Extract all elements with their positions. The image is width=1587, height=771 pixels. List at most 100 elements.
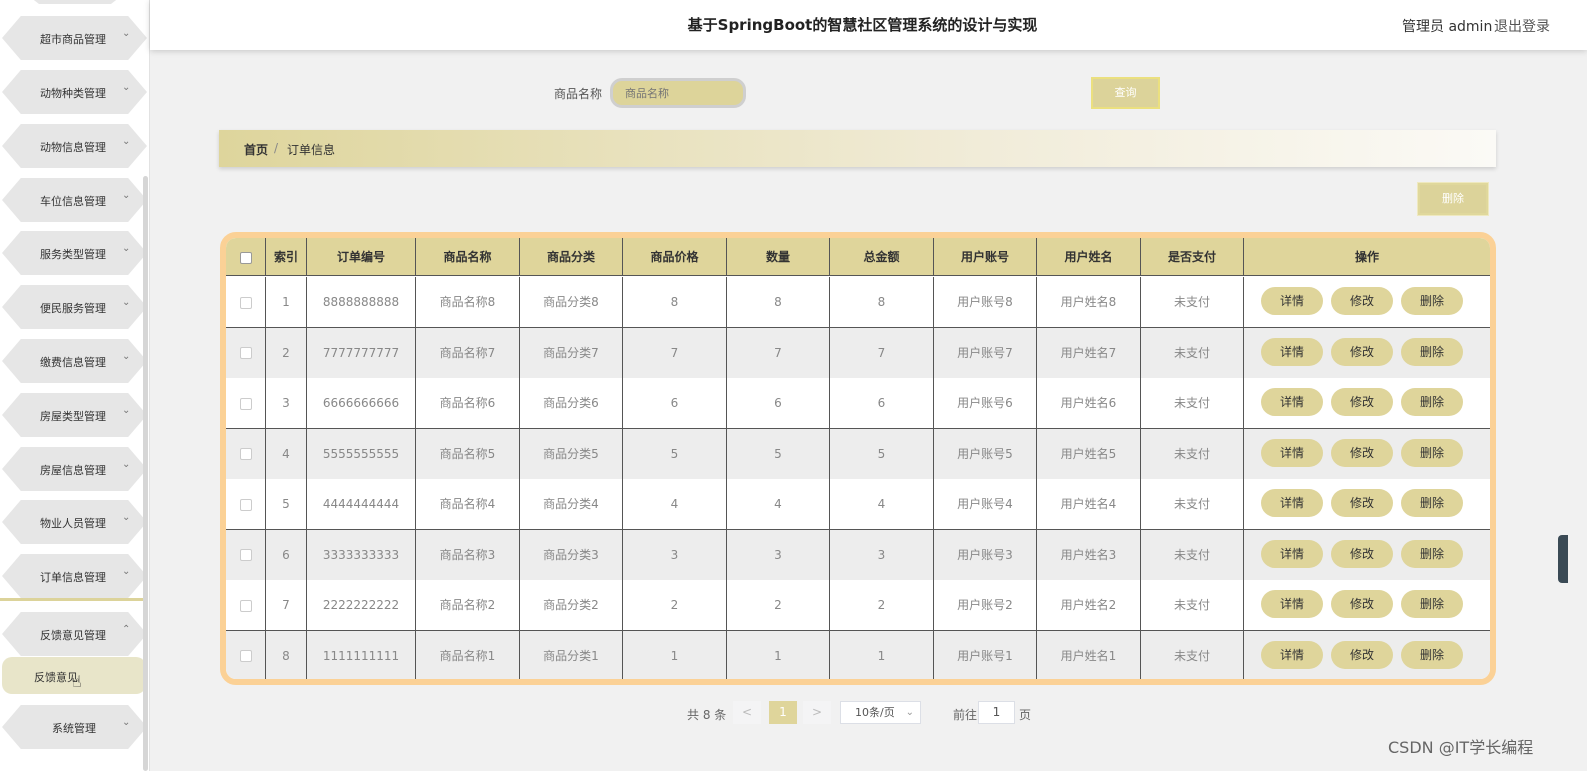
row-checkbox[interactable] bbox=[239, 296, 252, 309]
column-header-actions: 操作 bbox=[1354, 250, 1379, 264]
cell-product-price: 3 bbox=[623, 529, 727, 580]
row-checkbox[interactable] bbox=[239, 347, 252, 359]
row-select-cell[interactable] bbox=[226, 630, 266, 679]
row-select-cell[interactable] bbox=[226, 277, 266, 327]
delete-button[interactable]: 删除 bbox=[1401, 489, 1463, 517]
chevron-icon: ⌄ bbox=[122, 717, 131, 728]
delete-button[interactable]: 删除 bbox=[1401, 640, 1463, 669]
cell-product-category: 商品分类3 bbox=[520, 529, 623, 580]
edit-button[interactable]: 修改 bbox=[1331, 388, 1393, 416]
select-all-checkbox[interactable] bbox=[239, 251, 252, 264]
product-name-search-input[interactable] bbox=[610, 78, 746, 108]
detail-button[interactable]: 详情 bbox=[1261, 287, 1323, 315]
sidebar-item[interactable]: 房屋信息管理 ⌄ bbox=[2, 447, 147, 491]
column-header-product-category: 商品分类 bbox=[520, 238, 623, 276]
chevron-icon: ⌃ bbox=[122, 624, 131, 635]
sidebar-item[interactable]: 房屋类型管理 ⌄ bbox=[2, 393, 147, 437]
batch-delete-button[interactable]: 删除 bbox=[1418, 183, 1488, 215]
column-header-product-price: 商品价格 bbox=[623, 238, 727, 276]
table-row: 6 3333333333 商品名称3 商品分类3 3 3 3 用户账号3 用户姓名3 未支付 详情修… bbox=[226, 529, 1490, 581]
table-row: 5 4444444444 商品名称4 商品分类4 4 4 4 用户账号4 用户姓名4 未支付 详情修… bbox=[226, 479, 1490, 530]
edit-button[interactable]: 修改 bbox=[1331, 590, 1393, 618]
query-button[interactable]: 查询 bbox=[1091, 77, 1160, 109]
page-size-select[interactable]: 10条/页 ⌄ bbox=[840, 701, 921, 724]
cell-is-paid: 未支付 bbox=[1141, 630, 1244, 679]
edit-button[interactable]: 修改 bbox=[1331, 640, 1393, 669]
cell-user-name: 用户姓名4 bbox=[1037, 479, 1141, 529]
sidebar-item[interactable]: 反馈意见管理 ⌃ bbox=[2, 612, 147, 656]
row-checkbox[interactable] bbox=[239, 498, 252, 511]
sidebar-item[interactable]: 动物信息管理 ⌄ bbox=[2, 124, 147, 168]
cell-index: 8 bbox=[266, 630, 307, 679]
cell-order-no: 7777777777 bbox=[307, 327, 416, 378]
sidebar-item[interactable]: 车位信息管理 ⌄ bbox=[2, 178, 147, 222]
row-select-cell[interactable] bbox=[226, 580, 266, 630]
side-panel-handle[interactable] bbox=[1558, 535, 1568, 583]
detail-button[interactable]: 详情 bbox=[1261, 590, 1323, 618]
column-header-product-name: 商品名称 bbox=[416, 238, 520, 276]
cell-user-account: 用户账号2 bbox=[934, 580, 1037, 630]
detail-button[interactable]: 详情 bbox=[1261, 539, 1323, 568]
pagination-goto-input[interactable]: 1 bbox=[978, 701, 1015, 724]
sidebar-item[interactable]: 系统管理 ⌄ bbox=[2, 705, 147, 749]
delete-button[interactable]: 删除 bbox=[1401, 539, 1463, 568]
edit-button[interactable]: 修改 bbox=[1331, 489, 1393, 517]
detail-button[interactable]: 详情 bbox=[1261, 489, 1323, 517]
detail-button[interactable]: 详情 bbox=[1261, 388, 1323, 416]
edit-button[interactable]: 修改 bbox=[1331, 438, 1393, 467]
edit-button[interactable]: 修改 bbox=[1331, 337, 1393, 366]
sidebar-item[interactable]: 物业人员管理 ⌄ bbox=[2, 500, 147, 544]
cell-quantity: 5 bbox=[727, 428, 830, 479]
cell-actions: 详情 修改 删除 bbox=[1244, 631, 1490, 680]
row-select-cell[interactable] bbox=[226, 428, 266, 479]
cell-is-paid: 未支付 bbox=[1141, 378, 1244, 428]
detail-button[interactable]: 详情 bbox=[1261, 438, 1323, 467]
sidebar-item[interactable]: 订单信息管理 ⌄ bbox=[2, 554, 147, 598]
delete-button[interactable]: 删除 bbox=[1401, 388, 1463, 416]
delete-button[interactable]: 删除 bbox=[1401, 438, 1463, 467]
cell-order-no: 6666666666 bbox=[307, 378, 416, 428]
edit-button[interactable]: 修改 bbox=[1331, 287, 1393, 315]
cell-order-no: 2222222222 bbox=[307, 580, 416, 630]
breadcrumb-home[interactable]: 首页 bbox=[244, 141, 268, 158]
row-select-cell[interactable] bbox=[226, 529, 266, 580]
cell-index: 3 bbox=[266, 378, 307, 428]
row-checkbox[interactable] bbox=[239, 599, 252, 612]
table-row: 7 2222222222 商品名称2 商品分类2 2 2 2 用户账号2 用户姓名2 未支付 详情修… bbox=[226, 580, 1490, 631]
row-checkbox[interactable] bbox=[239, 650, 252, 662]
sidebar-item[interactable]: 服务类型管理 ⌄ bbox=[2, 231, 147, 275]
sidebar-item[interactable]: 缴费信息管理 ⌄ bbox=[2, 339, 147, 383]
cell-actions: 详情 修改 删除 bbox=[1244, 479, 1490, 529]
row-select-cell[interactable] bbox=[226, 378, 266, 428]
chevron-icon: ⌄ bbox=[122, 512, 131, 523]
cell-product-price: 8 bbox=[623, 277, 727, 327]
logout-link[interactable]: 退出登录 bbox=[1494, 16, 1550, 36]
delete-button[interactable]: 删除 bbox=[1401, 287, 1463, 315]
sidebar-item[interactable]: 便民服务管理 ⌄ bbox=[2, 285, 147, 329]
row-select-cell[interactable] bbox=[226, 479, 266, 529]
pagination-next-button[interactable]: > bbox=[803, 701, 831, 724]
column-header-select-all[interactable] bbox=[226, 238, 266, 276]
cell-user-name: 用户姓名6 bbox=[1037, 378, 1141, 428]
delete-button[interactable]: 删除 bbox=[1401, 337, 1463, 366]
row-checkbox[interactable] bbox=[239, 397, 252, 410]
cell-user-account: 用户账号5 bbox=[934, 428, 1037, 479]
edit-button[interactable]: 修改 bbox=[1331, 539, 1393, 568]
pagination-prev-button[interactable]: < bbox=[733, 701, 761, 724]
cell-product-category: 商品分类4 bbox=[520, 479, 623, 529]
table-row: 8 1111111111 商品名称1 商品分类1 1 1 1 用户账号1 用户姓名1 未支付 详情修… bbox=[226, 630, 1490, 680]
row-select-cell[interactable] bbox=[226, 327, 266, 378]
cell-quantity: 2 bbox=[727, 580, 830, 630]
sidebar-item-label: 物业人员管理 bbox=[40, 517, 106, 530]
delete-button[interactable]: 删除 bbox=[1401, 590, 1463, 618]
sidebar-item-label: 动物种类管理 bbox=[40, 87, 106, 100]
pagination-page-1[interactable]: 1 bbox=[769, 701, 797, 724]
row-checkbox[interactable] bbox=[239, 549, 252, 561]
detail-button[interactable]: 详情 bbox=[1261, 640, 1323, 669]
sidebar-scrollbar[interactable] bbox=[143, 176, 148, 771]
sidebar-item[interactable]: 超市商品管理 ⌄ bbox=[2, 16, 147, 60]
sidebar-item[interactable]: 动物种类管理 ⌄ bbox=[2, 70, 147, 114]
row-checkbox[interactable] bbox=[239, 448, 252, 460]
detail-button[interactable]: 详情 bbox=[1261, 337, 1323, 366]
sidebar-divider bbox=[0, 598, 148, 601]
